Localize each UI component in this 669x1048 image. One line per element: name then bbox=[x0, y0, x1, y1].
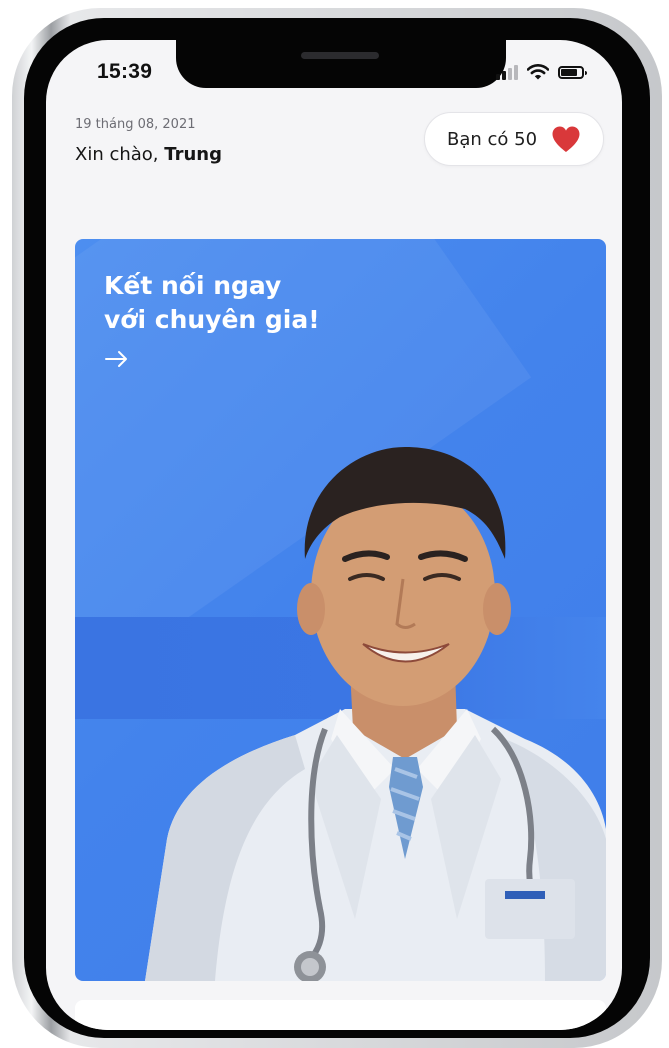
wifi-icon bbox=[527, 64, 549, 80]
speaker-grille bbox=[301, 52, 379, 59]
banner-title-line2: với chuyên gia! bbox=[104, 305, 320, 334]
hearts-balance-button[interactable]: Bạn có 50 bbox=[424, 112, 604, 166]
user-name: Trung bbox=[164, 144, 222, 165]
banner-title: Kết nối ngay với chuyên gia! bbox=[104, 269, 404, 337]
next-card-peek bbox=[75, 1000, 606, 1030]
doctor-photo bbox=[145, 447, 606, 981]
greeting-prefix: Xin chào, bbox=[75, 144, 165, 165]
battery-icon bbox=[558, 65, 587, 79]
greeting: Xin chào, Trung bbox=[75, 144, 222, 165]
heart-icon bbox=[552, 126, 580, 152]
hearts-balance-label: Bạn có 50 bbox=[447, 128, 538, 150]
banner-title-line1: Kết nối ngay bbox=[104, 271, 282, 300]
expert-connect-banner[interactable]: Kết nối ngay với chuyên gia! bbox=[75, 239, 606, 981]
status-icons bbox=[496, 60, 587, 84]
app-screen: 15:39 19 tháng 08, 2021 Xin chào, Trung … bbox=[46, 40, 622, 1030]
phone-notch bbox=[176, 40, 506, 88]
arrow-right-icon[interactable] bbox=[104, 349, 130, 369]
status-time: 15:39 bbox=[97, 60, 153, 83]
cellular-signal-icon bbox=[496, 64, 518, 80]
current-date: 19 tháng 08, 2021 bbox=[75, 117, 196, 132]
